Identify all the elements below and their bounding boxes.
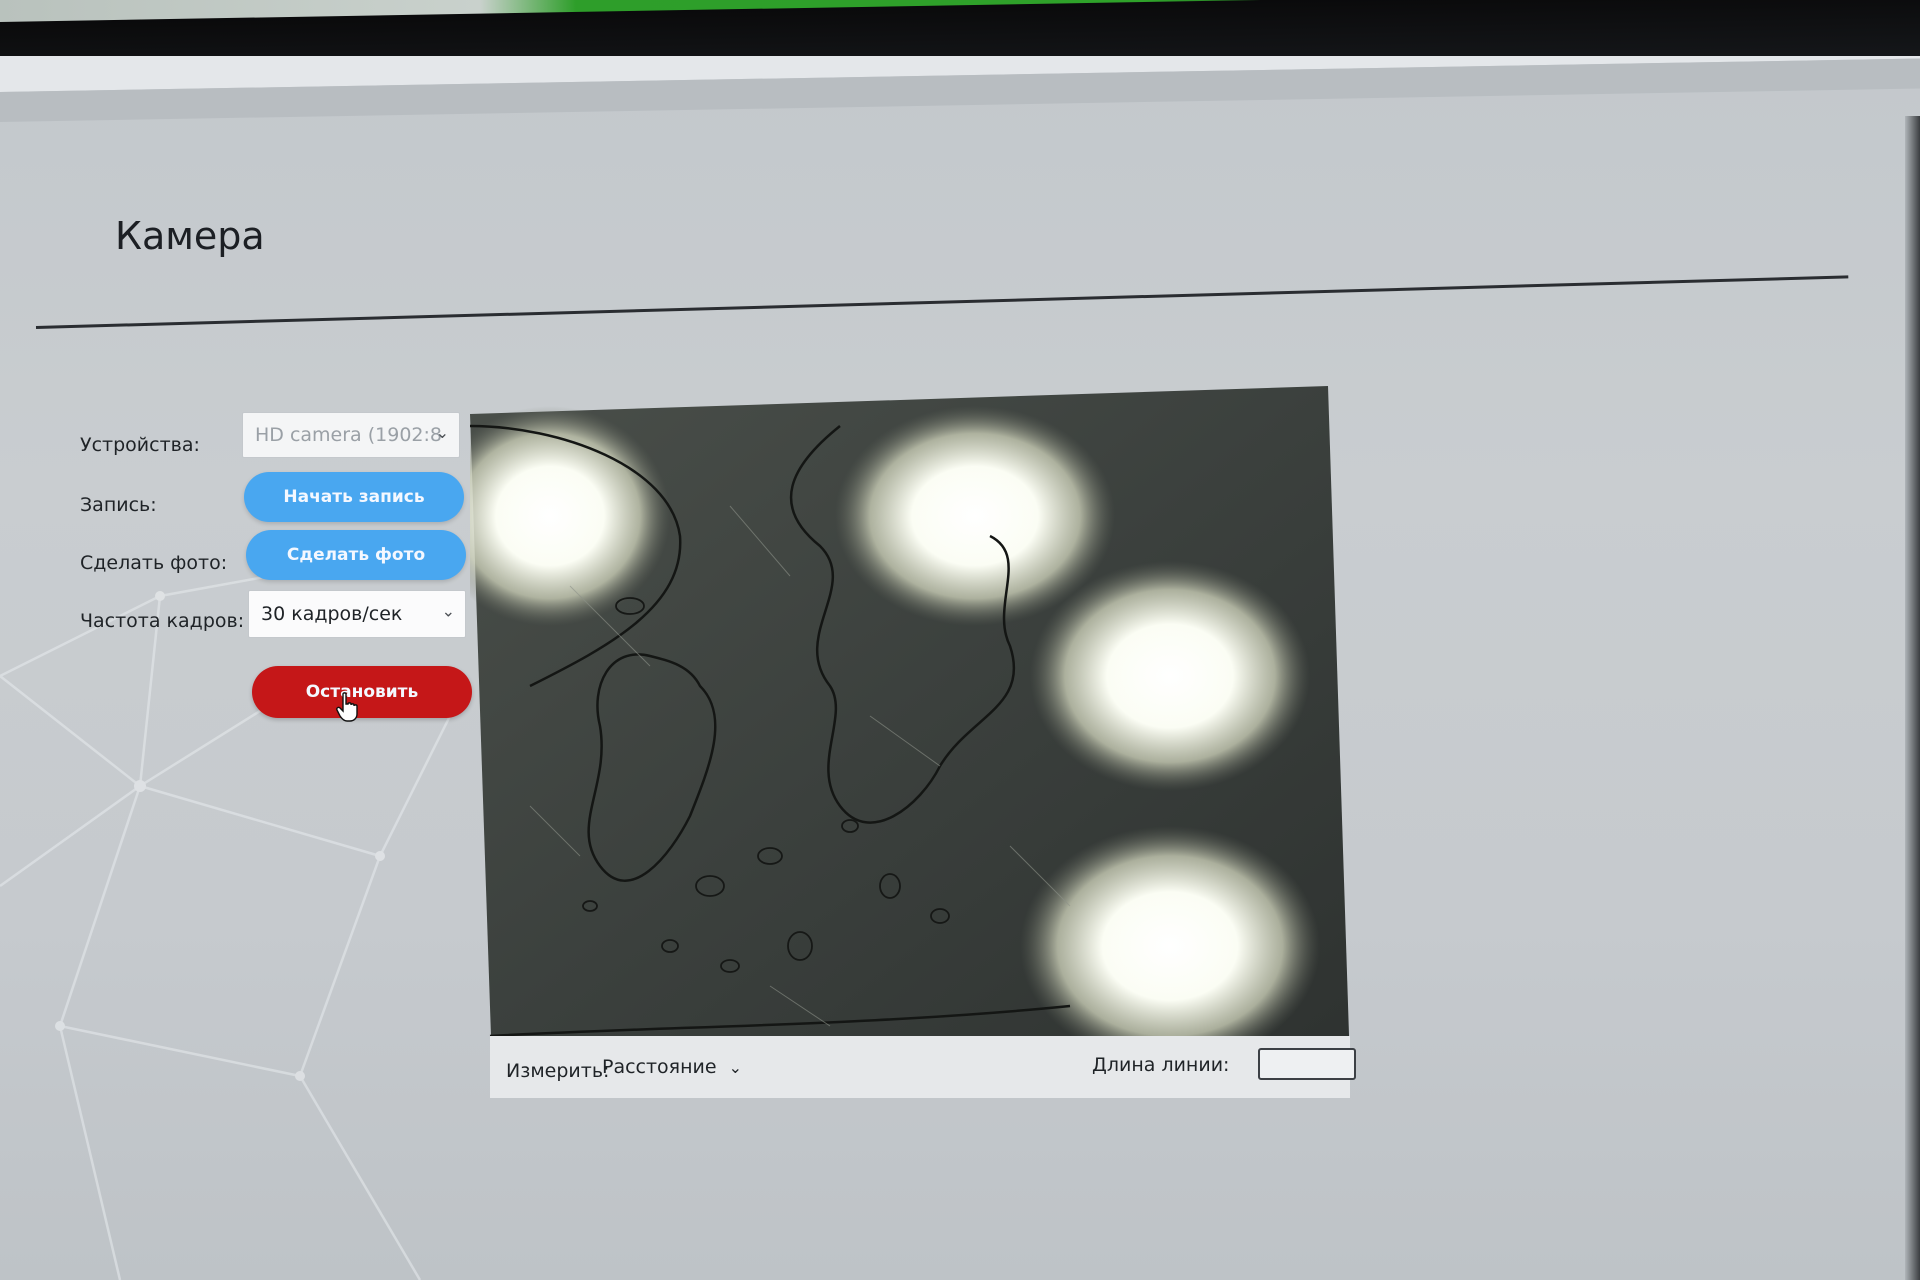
framerate-label: Частота кадров: [80, 610, 245, 632]
measure-mode-value: Расстояние [602, 1056, 717, 1078]
chevron-down-icon: ⌄ [441, 601, 455, 621]
measure-mode-select[interactable]: Расстояние ⌄ [602, 1056, 742, 1078]
take-photo-button[interactable]: Сделать фото [246, 530, 466, 580]
record-label: Запись: [80, 494, 157, 516]
device-select[interactable]: HD camera (1902:8 ⌄ [242, 412, 460, 458]
devices-label: Устройства: [80, 434, 200, 456]
framerate-select-value: 30 кадров/сек [261, 603, 403, 625]
measure-label: Измерить: [506, 1060, 610, 1082]
monitor-right-edge [1905, 116, 1920, 1280]
chevron-down-icon: ⌄ [435, 422, 449, 442]
chevron-down-icon: ⌄ [728, 1058, 743, 1077]
camera-controls-panel: Устройства: HD camera (1902:8 ⌄ Запись: … [80, 412, 480, 732]
photo-label: Сделать фото: [80, 552, 228, 574]
start-recording-button[interactable]: Начать запись [244, 472, 464, 522]
device-select-value: HD camera (1902:8 [255, 424, 442, 446]
title-divider [35, 275, 1849, 329]
stop-button[interactable]: Остановить [252, 666, 472, 718]
camera-feed-image[interactable] [470, 386, 1350, 1066]
hand-cursor-icon [336, 692, 358, 722]
framerate-select[interactable]: 30 кадров/сек ⌄ [248, 590, 466, 638]
line-length-label: Длина линии: [1092, 1054, 1230, 1076]
measure-bar: Измерить: Расстояние ⌄ Длина линии: [490, 1036, 1356, 1098]
camera-viewport: Измерить: Расстояние ⌄ Длина линии: [470, 386, 1356, 1106]
page-title: Камера [115, 214, 265, 258]
line-length-input[interactable] [1258, 1048, 1356, 1080]
app-window: – ❐ ✕ Камера Устрой [0, 56, 1920, 1280]
